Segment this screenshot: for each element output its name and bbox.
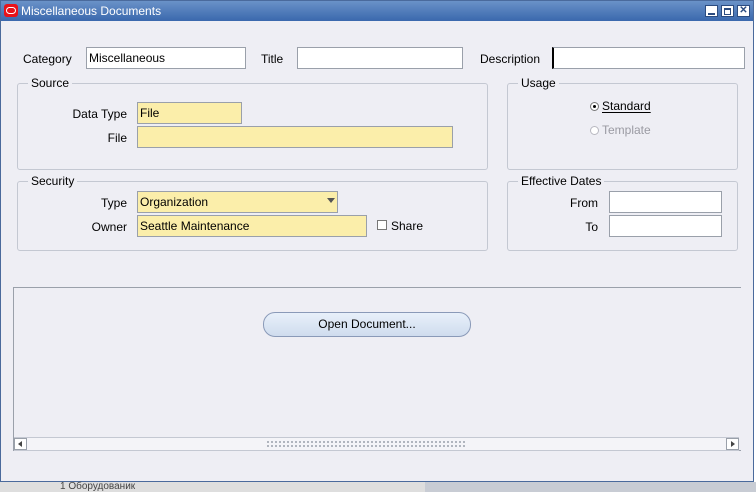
usage-group-label: Usage (518, 76, 559, 90)
horizontal-scrollbar[interactable] (14, 437, 739, 451)
template-radio[interactable]: Template (590, 123, 651, 137)
category-field[interactable]: Miscellaneous (86, 47, 246, 69)
from-label: From (570, 196, 598, 210)
security-type-label: Type (100, 196, 127, 210)
from-date-field[interactable] (609, 191, 722, 213)
close-button[interactable]: ✕ (737, 5, 750, 17)
open-document-button[interactable]: Open Document... (263, 312, 471, 337)
miscellaneous-documents-window: Miscellaneous Documents ✕ Category Misce… (0, 0, 754, 482)
data-type-field[interactable]: File (137, 102, 242, 124)
security-type-value: Organization (140, 195, 209, 209)
owner-field[interactable]: Seattle Maintenance (137, 215, 367, 237)
standard-radio[interactable]: Standard (590, 99, 651, 113)
title-bar[interactable]: Miscellaneous Documents ✕ (1, 1, 753, 21)
background-text-fragment: 1 Оборудованик (60, 481, 136, 492)
share-checkbox[interactable] (377, 220, 387, 230)
data-type-label: Data Type (72, 107, 127, 121)
title-label: Title (261, 52, 284, 66)
background-window-strip: 1 Оборудованик (0, 481, 756, 492)
oracle-app-icon (4, 4, 18, 17)
scroll-right-icon[interactable] (726, 438, 739, 450)
source-group-label: Source (28, 76, 73, 90)
category-label: Category (23, 52, 72, 66)
owner-label: Owner (91, 220, 127, 234)
to-date-field[interactable] (609, 215, 722, 237)
to-label: To (585, 220, 598, 234)
template-radio-label: Template (602, 123, 651, 137)
description-label: Description (480, 52, 541, 66)
chevron-down-icon[interactable] (327, 198, 335, 203)
scroll-left-icon[interactable] (14, 438, 27, 450)
effective-dates-group-label: Effective Dates (518, 174, 605, 188)
file-label: File (107, 131, 127, 145)
description-field[interactable] (552, 47, 745, 69)
file-field[interactable] (137, 126, 453, 148)
standard-radio-label: Standard (602, 99, 651, 113)
maximize-button[interactable] (721, 5, 734, 17)
security-group-label: Security (28, 174, 78, 188)
security-type-dropdown[interactable]: Organization (137, 191, 338, 213)
share-label: Share (391, 219, 424, 233)
window-title: Miscellaneous Documents (21, 4, 162, 18)
background-segment (425, 482, 756, 492)
scroll-thumb[interactable] (266, 440, 466, 448)
minimize-button[interactable] (705, 5, 718, 17)
standard-radio-dot[interactable] (590, 102, 599, 111)
template-radio-dot[interactable] (590, 126, 599, 135)
title-field[interactable] (297, 47, 463, 69)
